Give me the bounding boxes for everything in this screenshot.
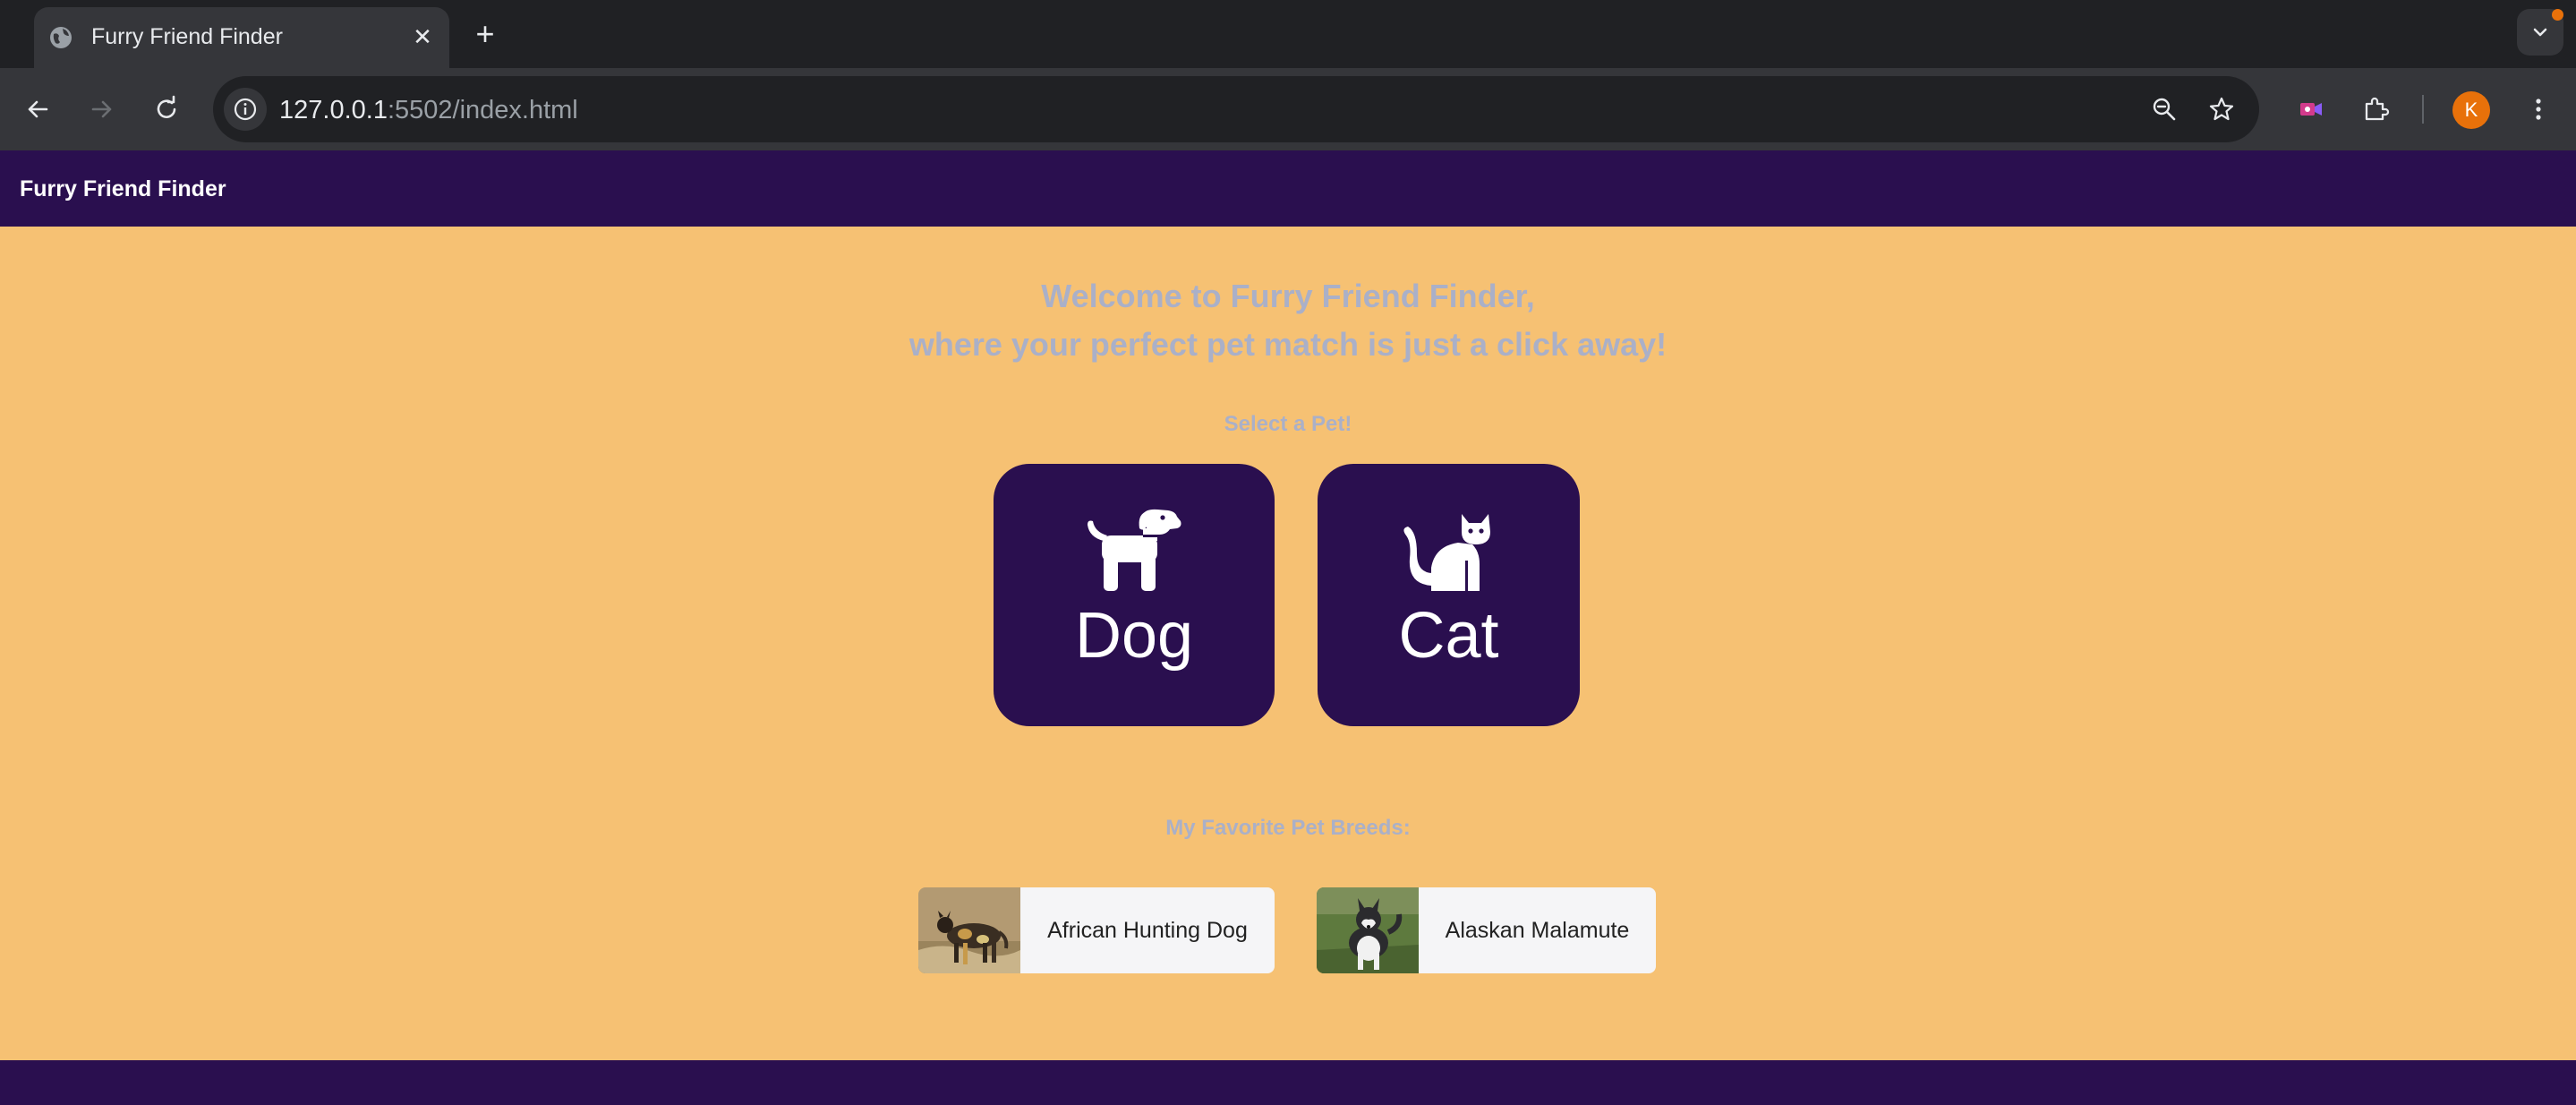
cat-label: Cat	[1398, 600, 1499, 672]
tab-title: Furry Friend Finder	[91, 24, 283, 49]
info-icon	[234, 98, 257, 121]
alaskan-malamute-photo	[1317, 887, 1419, 973]
bookmark-button[interactable]	[2200, 88, 2243, 131]
welcome-line-1: Welcome to Furry Friend Finder,	[1041, 278, 1535, 314]
zoom-out-icon	[2153, 98, 2176, 121]
globe-icon	[50, 27, 72, 48]
puzzle-icon	[2365, 97, 2390, 121]
url-path: :5502/index.html	[387, 96, 578, 124]
cat-button[interactable]: Cat	[1318, 464, 1580, 726]
profile-avatar[interactable]: K	[2452, 91, 2490, 129]
record-extension-icon	[2300, 103, 2322, 116]
browser-menu-button[interactable]	[2517, 88, 2560, 131]
reload-icon	[157, 95, 176, 118]
welcome-heading: Welcome to Furry Friend Finder, where yo…	[0, 272, 2576, 369]
extensions-button[interactable]	[2354, 88, 2397, 131]
site-footer	[0, 1060, 2576, 1105]
browser-tab[interactable]: Furry Friend Finder ✕	[34, 7, 449, 68]
dog-icon	[1088, 509, 1181, 591]
arrow-left-icon	[28, 100, 48, 118]
breed-card-alaskan-malamute[interactable]: Alaskan Malamute	[1317, 887, 1656, 973]
tab-search-button[interactable]	[2517, 9, 2563, 56]
chevron-down-icon	[2533, 28, 2547, 37]
toolbar-divider	[2422, 95, 2424, 124]
site-info-button[interactable]	[224, 88, 267, 131]
african-hunting-dog-photo	[918, 887, 1020, 973]
url-text: 127.0.0.1:5502/index.html	[279, 96, 578, 125]
extension-record-button[interactable]	[2290, 88, 2333, 131]
browser-toolbar: 127.0.0.1:5502/index.html K	[0, 68, 2576, 150]
notification-dot	[2552, 9, 2563, 21]
zoom-button[interactable]	[2143, 88, 2186, 131]
address-bar[interactable]: 127.0.0.1:5502/index.html	[213, 76, 2259, 142]
forward-button[interactable]	[81, 88, 124, 131]
browser-tabstrip: Furry Friend Finder ✕ +	[0, 0, 2576, 68]
favorite-breeds-label: My Favorite Pet Breeds:	[1165, 816, 1411, 840]
new-tab-button[interactable]: +	[467, 16, 503, 52]
dog-button[interactable]: Dog	[994, 464, 1275, 726]
page-content: Furry Friend Finder Welcome to Furry Fri…	[0, 150, 2576, 1105]
cat-icon	[1403, 514, 1490, 591]
site-brand[interactable]: Furry Friend Finder	[20, 176, 226, 202]
more-vertical-icon	[2536, 99, 2541, 120]
arrow-right-icon	[91, 100, 112, 118]
site-navbar: Furry Friend Finder	[0, 150, 2576, 227]
back-button[interactable]	[16, 88, 59, 131]
dog-label: Dog	[1074, 600, 1194, 672]
breed-name: African Hunting Dog	[1020, 887, 1275, 973]
breed-card-african-hunting-dog[interactable]: African Hunting Dog	[918, 887, 1275, 973]
star-icon	[2209, 97, 2234, 121]
select-pet-label: Select a Pet!	[1224, 412, 1352, 436]
url-host: 127.0.0.1	[279, 96, 388, 124]
welcome-line-2: where your perfect pet match is just a c…	[908, 326, 1668, 363]
close-tab-icon[interactable]: ✕	[408, 22, 437, 51]
breed-name: Alaskan Malamute	[1419, 887, 1656, 973]
reload-button[interactable]	[145, 88, 188, 131]
